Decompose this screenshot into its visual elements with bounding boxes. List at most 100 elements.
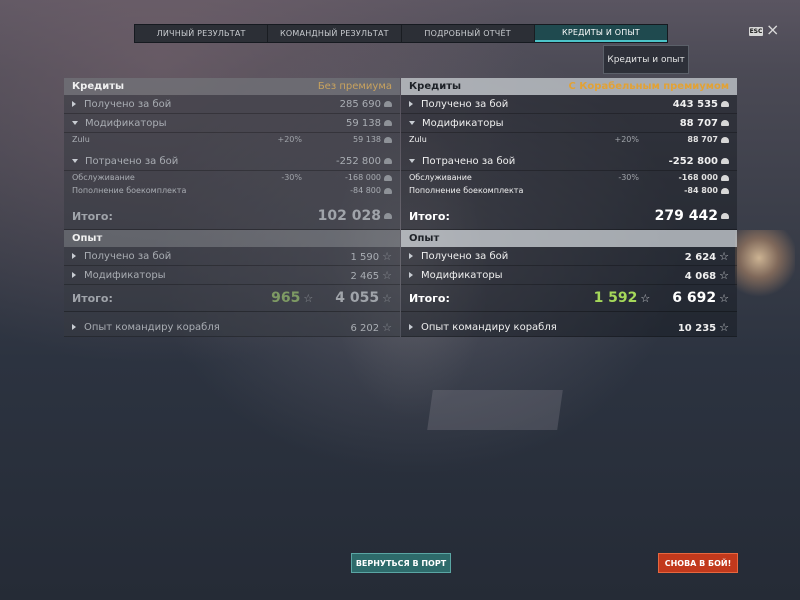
free-xp-star-icon: ☆ — [303, 292, 314, 305]
commander-xp-value: 6 202 — [350, 322, 380, 334]
credits-earned-row[interactable]: Получено за бой 443 535 — [401, 95, 737, 114]
zulu-percent: +20% — [277, 135, 302, 144]
zulu-label: Zulu — [72, 135, 90, 144]
credits-modifiers-label: Модификаторы — [85, 117, 167, 129]
star-icon: ☆ — [719, 268, 729, 282]
tab-bar: ЛИЧНЫЙ РЕЗУЛЬТАТ КОМАНДНЫЙ РЕЗУЛЬТАТ ПОД… — [134, 24, 668, 43]
xp-earned-label: Получено за бой — [84, 250, 172, 262]
return-to-port-button[interactable]: ВЕРНУТЬСЯ В ПОРТ — [351, 553, 451, 573]
collapse-down-icon — [409, 121, 415, 125]
xp-total-label: Итого: — [409, 291, 450, 305]
ammo-cost-row: Пополнение боекомплекта -84 800 — [401, 184, 737, 197]
credits-spent-value: -252 800 — [668, 155, 718, 167]
xp-earned-value: 1 590 — [350, 251, 380, 263]
credits-modifiers-row[interactable]: Модификаторы 88 707 — [401, 114, 737, 133]
credits-modifiers-value: 59 138 — [346, 117, 381, 129]
expand-right-icon — [409, 324, 413, 330]
credits-header-label: Кредиты — [72, 81, 125, 92]
credits-header: Кредиты Без премиума — [64, 78, 400, 95]
expand-right-icon — [72, 101, 76, 107]
premium-status-label: С Корабельным премиумом — [568, 81, 729, 92]
star-icon: ☆ — [719, 320, 729, 334]
credits-icon — [721, 174, 729, 181]
credits-icon — [384, 157, 392, 164]
ammo-label: Пополнение боекомплекта — [72, 186, 187, 195]
close-icon[interactable]: × — [766, 22, 779, 38]
credits-icon — [384, 100, 392, 107]
service-percent: -30% — [281, 173, 302, 182]
credits-total-label: Итого: — [72, 209, 113, 223]
expand-right-icon — [72, 324, 76, 330]
star-icon: ☆ — [382, 249, 392, 263]
xp-earned-row[interactable]: Получено за бой 2 624 ☆ — [401, 247, 737, 266]
service-cost-row: Обслуживание -30% -168 000 — [64, 171, 400, 184]
commander-xp-label: Опыт командиру корабля — [421, 321, 557, 333]
premium-status-label: Без премиума — [317, 81, 392, 92]
credits-icon — [721, 213, 729, 219]
battle-again-button[interactable]: СНОВА В БОЙ! — [658, 553, 738, 573]
credits-modifiers-value: 88 707 — [679, 117, 718, 129]
credits-total-value: 279 442 — [654, 208, 718, 224]
ammo-value: -84 800 — [350, 186, 381, 195]
credits-spent-row[interactable]: Потрачено за бой -252 800 — [401, 152, 737, 171]
credits-icon — [384, 136, 392, 143]
credits-spent-row[interactable]: Потрачено за бой -252 800 — [64, 152, 400, 171]
xp-earned-label: Получено за бой — [421, 250, 509, 262]
credits-rows: Получено за бой 443 535 Модификаторы 88 … — [401, 95, 737, 230]
xp-total-label: Итого: — [72, 291, 113, 305]
service-value: -168 000 — [678, 173, 718, 182]
credits-total-row: Итого: 102 028 — [64, 203, 400, 230]
xp-total-value: 6 692 — [672, 290, 717, 306]
collapse-down-icon — [409, 159, 415, 163]
service-cost-row: Обслуживание -30% -168 000 — [401, 171, 737, 184]
zulu-value: 88 707 — [687, 135, 718, 144]
xp-earned-value: 2 624 — [684, 251, 717, 263]
tab-team-result[interactable]: КОМАНДНЫЙ РЕЗУЛЬТАТ — [268, 25, 402, 42]
expand-right-icon — [409, 101, 413, 107]
star-icon: ☆ — [719, 249, 729, 263]
xp-header: Опыт — [401, 230, 737, 247]
credits-modifiers-label: Модификаторы — [422, 117, 504, 129]
xp-modifiers-row[interactable]: Модификаторы 2 465 ☆ — [64, 266, 400, 285]
service-percent: -30% — [618, 173, 639, 182]
commander-xp-row[interactable]: Опыт командиру корабля 6 202 ☆ — [64, 318, 400, 337]
credits-xp-premium-column: Кредиты С Корабельным премиумом Получено… — [401, 78, 737, 337]
credits-icon — [384, 119, 392, 126]
free-xp-value: 1 592 — [593, 290, 638, 306]
xp-modifiers-label: Модификаторы — [84, 269, 166, 281]
credits-icon — [721, 187, 729, 194]
credits-icon — [384, 187, 392, 194]
credits-earned-row[interactable]: Получено за бой 285 690 — [64, 95, 400, 114]
credits-rows: Получено за бой 285 690 Модификаторы 59 … — [64, 95, 400, 230]
zulu-value: 59 138 — [353, 135, 381, 144]
collapse-down-icon — [72, 159, 78, 163]
credits-spent-label: Потрачено за бой — [85, 155, 179, 167]
xp-modifiers-row[interactable]: Модификаторы 4 068 ☆ — [401, 266, 737, 285]
credits-xp-no-premium-column: Кредиты Без премиума Получено за бой 285… — [64, 78, 400, 337]
zulu-flag-row: Zulu +20% 88 707 — [401, 133, 737, 146]
xp-modifiers-value: 2 465 — [350, 270, 380, 282]
xp-header-label: Опыт — [409, 233, 440, 244]
service-label: Обслуживание — [72, 173, 135, 182]
zulu-label: Zulu — [409, 135, 427, 144]
tab-credits-and-xp[interactable]: КРЕДИТЫ И ОПЫТ — [534, 25, 667, 42]
credits-modifiers-row[interactable]: Модификаторы 59 138 — [64, 114, 400, 133]
credits-icon — [721, 100, 729, 107]
ammo-cost-row: Пополнение боекомплекта -84 800 — [64, 184, 400, 197]
credits-header: Кредиты С Корабельным премиумом — [401, 78, 737, 95]
credits-icon — [721, 136, 729, 143]
xp-rows: Получено за бой 1 590 ☆ Модификаторы 2 46… — [64, 247, 400, 337]
xp-rows: Получено за бой 2 624 ☆ Модификаторы 4 06… — [401, 247, 737, 337]
tab-personal-result[interactable]: ЛИЧНЫЙ РЕЗУЛЬТАТ — [135, 25, 269, 42]
tab-detailed-report[interactable]: ПОДРОБНЫЙ ОТЧЁТ — [402, 25, 535, 42]
ammo-value: -84 800 — [684, 186, 718, 195]
credits-earned-label: Получено за бой — [421, 98, 509, 110]
ammo-label: Пополнение боекомплекта — [409, 186, 524, 195]
xp-earned-row[interactable]: Получено за бой 1 590 ☆ — [64, 247, 400, 266]
credits-icon — [721, 119, 729, 126]
tab-tooltip: Кредиты и опыт — [603, 45, 689, 74]
credits-icon — [384, 174, 392, 181]
credits-icon — [384, 213, 392, 219]
commander-xp-row[interactable]: Опыт командиру корабля 10 235 ☆ — [401, 318, 737, 337]
expand-right-icon — [409, 253, 413, 259]
